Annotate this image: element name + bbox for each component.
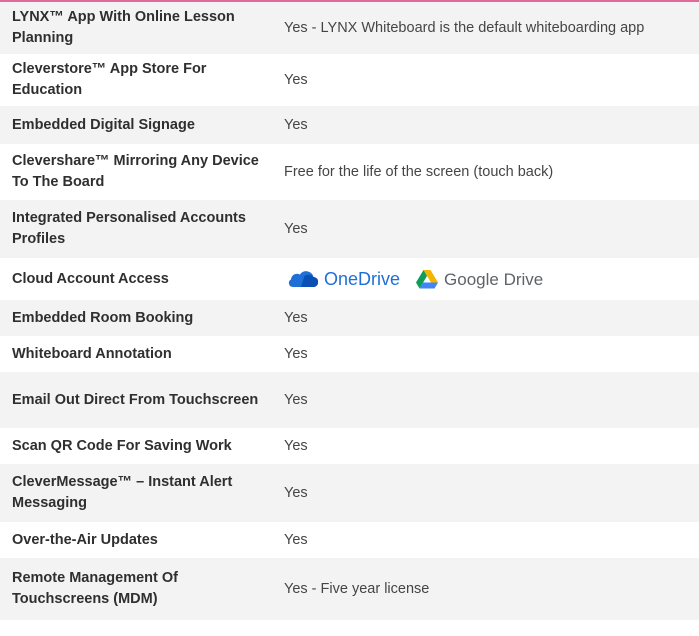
table-row: Cloud Account Access OneDrive Google Dri… (0, 258, 699, 300)
onedrive-label: OneDrive (324, 268, 401, 289)
feature-value: Yes (270, 428, 699, 464)
feature-value: Yes (270, 522, 699, 558)
feature-name: Over-the-Air Updates (0, 522, 270, 558)
feature-name: Remote Management Of Touchscreens (MDM) (0, 558, 270, 620)
feature-value: Yes (270, 106, 699, 144)
table-row: Remote Management Of Touchscreens (MDM) … (0, 558, 699, 620)
feature-name: CleverMessage™ – Instant Alert Messaging (0, 464, 270, 522)
table-row: Clevershare™ Mirroring Any Device To The… (0, 144, 699, 200)
feature-value: Yes (270, 300, 699, 336)
table-row: LYNX™ App With Online Lesson Planning Ye… (0, 2, 699, 54)
feature-name: Integrated Personalised Accounts Profile… (0, 200, 270, 258)
feature-name: Scan QR Code For Saving Work (0, 428, 270, 464)
feature-name: Embedded Room Booking (0, 300, 270, 336)
google-drive-triangle-icon (416, 269, 439, 288)
cloud-logos-cell: OneDrive Google Drive (270, 258, 699, 300)
feature-name: Email Out Direct From Touchscreen (0, 372, 270, 428)
feature-name: Embedded Digital Signage (0, 106, 270, 144)
table-row: Integrated Personalised Accounts Profile… (0, 200, 699, 258)
feature-value: Yes - LYNX Whiteboard is the default whi… (270, 2, 699, 54)
table-row: Scan QR Code For Saving Work Yes (0, 428, 699, 464)
feature-name: Whiteboard Annotation (0, 336, 270, 372)
feature-value: Yes - Five year license (270, 558, 699, 620)
table-row: Over-the-Air Updates Yes (0, 522, 699, 558)
feature-value: Yes (270, 464, 699, 522)
feature-name: Cleverstore™ App Store For Education (0, 54, 270, 106)
table-row: Email Out Direct From Touchscreen Yes (0, 372, 699, 428)
feature-value: Yes (270, 372, 699, 428)
onedrive-logo: OneDrive (288, 269, 400, 290)
features-table: LYNX™ App With Online Lesson Planning Ye… (0, 2, 699, 620)
feature-value: Yes (270, 336, 699, 372)
feature-value: Yes (270, 200, 699, 258)
google-drive-logo: Google Drive (416, 269, 543, 290)
table-row: Embedded Room Booking Yes (0, 300, 699, 336)
table-row: CleverMessage™ – Instant Alert Messaging… (0, 464, 699, 522)
table-row: Embedded Digital Signage Yes (0, 106, 699, 144)
feature-value: Free for the life of the screen (touch b… (270, 144, 699, 200)
feature-name: LYNX™ App With Online Lesson Planning (0, 2, 270, 54)
feature-name: Cloud Account Access (0, 258, 270, 300)
google-drive-label: Google Drive (444, 269, 544, 289)
table-row: Cleverstore™ App Store For Education Yes (0, 54, 699, 106)
feature-name: Clevershare™ Mirroring Any Device To The… (0, 144, 270, 200)
onedrive-cloud-icon (288, 271, 318, 288)
table-row: Whiteboard Annotation Yes (0, 336, 699, 372)
feature-value: Yes (270, 54, 699, 106)
